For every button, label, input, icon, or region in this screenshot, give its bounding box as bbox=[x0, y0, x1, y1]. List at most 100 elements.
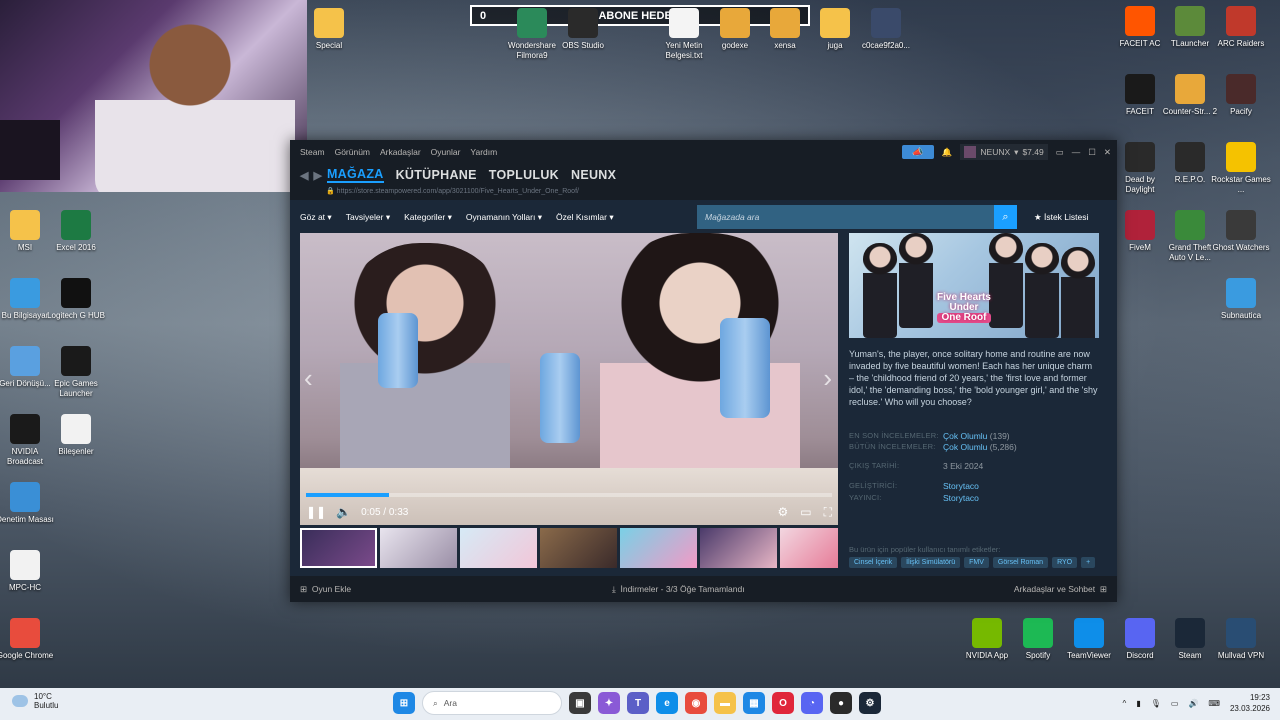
minimize-icon[interactable]: — bbox=[1072, 147, 1081, 157]
desktop-icon[interactable]: c0cae9f2a0... bbox=[856, 8, 916, 51]
downloads-status[interactable]: ⤓ İndirmeler - 3/3 Öğe Tamamlandı bbox=[612, 584, 745, 595]
capsule-logo: Five Hearts Under One Roof bbox=[937, 293, 991, 323]
desktop-icon[interactable]: OBS Studio bbox=[553, 8, 613, 51]
recent-reviews-value[interactable]: Çok Olumlu (139) bbox=[943, 431, 1010, 441]
tag[interactable]: RYO bbox=[1052, 557, 1078, 568]
desktop-icon[interactable]: Bileşenler bbox=[46, 414, 106, 457]
mic-icon[interactable]: 🎙 bbox=[1151, 699, 1161, 708]
store-nav-browse[interactable]: Göz at ▾ bbox=[300, 212, 332, 223]
app-icon bbox=[1125, 74, 1155, 104]
media-thumbnail[interactable] bbox=[380, 528, 457, 568]
steam-menu-item[interactable]: Görünüm bbox=[335, 147, 370, 157]
bell-icon[interactable]: 🔔 bbox=[942, 147, 953, 158]
desktop-icon[interactable]: MPC-HC bbox=[0, 550, 55, 593]
desktop-icon[interactable]: ARC Raiders bbox=[1211, 6, 1271, 49]
media-thumbnail[interactable] bbox=[780, 528, 838, 568]
steam-icon[interactable]: ⚙ bbox=[859, 692, 881, 714]
taskbar-search[interactable]: ⌕ Ara bbox=[422, 691, 562, 715]
tab-profile[interactable]: NEUNX bbox=[571, 168, 616, 182]
announcement-button[interactable]: 📣 bbox=[901, 145, 934, 159]
chevron-up-icon[interactable]: ^ bbox=[1123, 699, 1127, 708]
steam-menu-item[interactable]: Oyunlar bbox=[431, 147, 461, 157]
wishlist-button[interactable]: ★ İstek Listesi bbox=[1034, 205, 1088, 229]
steam-menu-item[interactable]: Arkadaşlar bbox=[380, 147, 421, 157]
tag[interactable]: Görsel Roman bbox=[992, 557, 1049, 568]
store-icon[interactable]: ▦ bbox=[743, 692, 765, 714]
obs-icon[interactable]: ● bbox=[830, 692, 852, 714]
forward-arrow-icon[interactable]: ▶ bbox=[313, 169, 321, 182]
developer-link[interactable]: Storytaco bbox=[943, 481, 979, 491]
publisher-link[interactable]: Storytaco bbox=[943, 493, 979, 503]
desktop-icon[interactable]: Rockstar Games ... bbox=[1211, 142, 1271, 195]
store-nav-categories[interactable]: Kategoriler ▾ bbox=[404, 212, 452, 223]
monitor-icon[interactable]: ▭ bbox=[1171, 699, 1179, 708]
account-menu[interactable]: NEUNX ▾ $7.49 bbox=[960, 144, 1048, 160]
big-picture-icon[interactable]: ▭ bbox=[1056, 147, 1064, 158]
start-button[interactable]: ⊞ bbox=[393, 692, 415, 714]
url-text[interactable]: https://store.steampowered.com/app/30211… bbox=[337, 188, 579, 195]
copilot-icon[interactable]: ✦ bbox=[598, 692, 620, 714]
media-thumbnail[interactable] bbox=[620, 528, 697, 568]
fullscreen-icon[interactable]: ⛶ bbox=[824, 505, 832, 520]
weather-widget[interactable]: 10°C Bulutlu bbox=[12, 692, 58, 710]
store-nav-recommendations[interactable]: Tavsiyeler ▾ bbox=[346, 212, 390, 223]
widescreen-icon[interactable]: ▭ bbox=[800, 505, 811, 520]
desktop-icon[interactable]: Logitech G HUB bbox=[46, 278, 106, 321]
recent-reviews-rating: Çok Olumlu bbox=[943, 430, 988, 441]
back-arrow-icon[interactable]: ◀ bbox=[300, 169, 308, 182]
speaker-icon[interactable]: 🔊 bbox=[1188, 699, 1198, 708]
desktop-icon[interactable]: Denetim Masası bbox=[0, 482, 55, 525]
media-thumbnail[interactable] bbox=[700, 528, 777, 568]
tab-library[interactable]: KÜTÜPHANE bbox=[396, 168, 477, 182]
desktop-icon[interactable]: Ghost Watchers bbox=[1211, 210, 1271, 253]
store-nav-ways-to-play[interactable]: Oynamanın Yolları ▾ bbox=[466, 212, 542, 223]
file-explorer-icon[interactable]: ▬ bbox=[714, 692, 736, 714]
tag[interactable]: FMV bbox=[964, 557, 989, 568]
desktop-icon[interactable]: Special bbox=[299, 8, 359, 51]
store-nav-special-sections[interactable]: Özel Kısımlar ▾ bbox=[556, 212, 614, 223]
media-thumbnail[interactable] bbox=[540, 528, 617, 568]
desktop-icon[interactable]: Excel 2016 bbox=[46, 210, 106, 253]
media-thumbnail[interactable] bbox=[460, 528, 537, 568]
search-button[interactable]: ⌕ bbox=[994, 205, 1017, 229]
steam-menu-item[interactable]: Yardım bbox=[470, 147, 497, 157]
all-reviews-label: BÜTÜN İNCELEMELER: bbox=[849, 442, 936, 451]
store-nav-label: Özel Kısımlar bbox=[555, 211, 607, 222]
pause-icon[interactable]: ❚❚ bbox=[306, 505, 326, 519]
desktop-icon[interactable]: Epic Games Launcher bbox=[46, 346, 106, 399]
desktop-icon[interactable]: Google Chrome bbox=[0, 618, 55, 661]
tab-community[interactable]: TOPLULUK bbox=[489, 168, 559, 182]
edge-icon[interactable]: e bbox=[656, 692, 678, 714]
steam-menu-item[interactable]: Steam bbox=[300, 147, 325, 157]
settings-gear-icon[interactable]: ⚙ bbox=[777, 505, 788, 520]
all-reviews-value[interactable]: Çok Olumlu (5,286) bbox=[943, 442, 1017, 452]
tag[interactable]: Cinsel İçerik bbox=[849, 557, 898, 568]
desktop-icon[interactable]: Pacify bbox=[1211, 74, 1271, 117]
language-icon[interactable]: ⌨ bbox=[1208, 699, 1220, 708]
battery-icon[interactable]: ▮ bbox=[1136, 699, 1140, 708]
task-view-icon[interactable]: ▣ bbox=[569, 692, 591, 714]
desktop-icon[interactable]: Subnautica bbox=[1211, 278, 1271, 321]
trailer-player[interactable]: ‹ › ❚❚ 🔈 0:05 / 0:33 ⚙ ▭ ⛶ bbox=[300, 233, 838, 525]
teams-icon[interactable]: T bbox=[627, 692, 649, 714]
media-thumbnail-video[interactable] bbox=[300, 528, 377, 568]
close-icon[interactable]: ✕ bbox=[1104, 147, 1111, 158]
next-media-arrow-icon[interactable]: › bbox=[823, 363, 832, 394]
opera-icon[interactable]: O bbox=[772, 692, 794, 714]
discord-icon[interactable]: ◔ bbox=[801, 692, 823, 714]
chrome-icon[interactable]: ◉ bbox=[685, 692, 707, 714]
volume-icon[interactable]: 🔈 bbox=[336, 505, 351, 519]
tag[interactable]: + bbox=[1081, 557, 1096, 568]
desktop-icon-label: ARC Raiders bbox=[1217, 39, 1265, 48]
add-game-button[interactable]: ⊞ Oyun Ekle bbox=[300, 584, 351, 595]
store-search-input[interactable]: Mağazada ara bbox=[697, 205, 995, 229]
desktop-icon[interactable]: Mullvad VPN bbox=[1211, 618, 1271, 661]
friends-chat-button[interactable]: Arkadaşlar ve Sohbet ⊞ bbox=[1014, 584, 1107, 595]
prev-media-arrow-icon[interactable]: ‹ bbox=[304, 363, 313, 394]
tag[interactable]: İlişki Simülatörü bbox=[901, 557, 961, 568]
maximize-icon[interactable]: ☐ bbox=[1088, 147, 1096, 158]
video-progress-bar[interactable] bbox=[306, 493, 832, 497]
tab-store[interactable]: MAĞAZA bbox=[326, 167, 384, 183]
store-nav-label: Tavsiyeler bbox=[345, 211, 384, 222]
clock[interactable]: 19:23 23.03.2026 bbox=[1230, 692, 1270, 714]
